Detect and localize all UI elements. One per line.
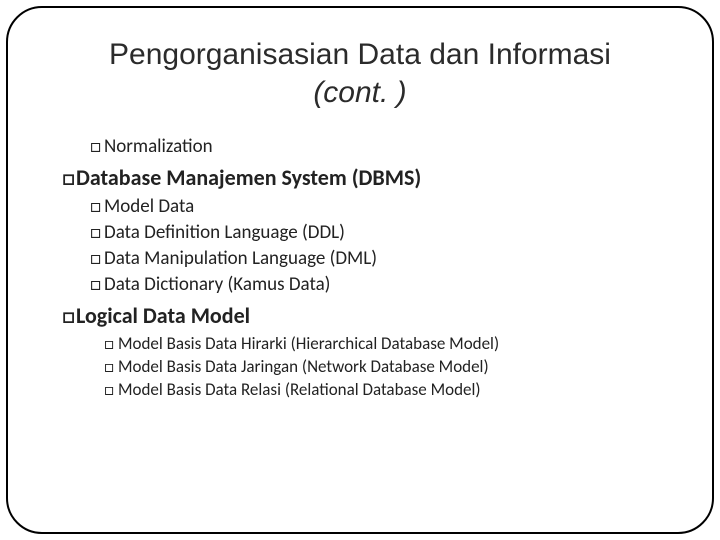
bullet-text: Normalization bbox=[104, 135, 213, 158]
square-bullet-icon: □ bbox=[90, 273, 104, 296]
bullet-normalization: □ Normalization bbox=[90, 135, 670, 158]
heading-text: Database Manajemen System (DBMS) bbox=[76, 164, 421, 191]
bullet-text: Model Basis Data Hirarki (Hierarchical D… bbox=[118, 333, 499, 354]
ldm-group: □ Logical Data Model □ Model Basis Data … bbox=[50, 302, 670, 400]
bullet-data-dictionary: □ Data Dictionary (Kamus Data) bbox=[90, 273, 670, 296]
bullet-hierarchical: □ Model Basis Data Hirarki (Hierarchical… bbox=[104, 333, 670, 354]
bullet-text: Model Data bbox=[104, 195, 194, 218]
square-bullet-icon: □ bbox=[104, 333, 118, 354]
square-bullet-icon: □ bbox=[90, 247, 104, 270]
square-bullet-icon: □ bbox=[104, 379, 118, 400]
square-bullet-icon: □ bbox=[104, 356, 118, 377]
square-bullet-icon: □ bbox=[62, 302, 76, 329]
bullet-text: Data Manipulation Language (DML) bbox=[104, 247, 377, 270]
title-line-1: Pengorganisasian Data dan Informasi bbox=[109, 38, 611, 71]
heading-text: Logical Data Model bbox=[76, 302, 250, 329]
bullet-text: Data Dictionary (Kamus Data) bbox=[104, 273, 330, 296]
bullet-text: Model Basis Data Jaringan (Network Datab… bbox=[118, 356, 489, 377]
dbms-group: □ Database Manajemen System (DBMS) □ Mod… bbox=[50, 164, 670, 296]
bullet-model-data: □ Model Data bbox=[90, 195, 670, 218]
heading-dbms: □ Database Manajemen System (DBMS) bbox=[62, 164, 670, 191]
bullet-network: □ Model Basis Data Jaringan (Network Dat… bbox=[104, 356, 670, 377]
slide-title: Pengorganisasian Data dan Informasi (con… bbox=[50, 36, 670, 111]
bullet-text: Model Basis Data Relasi (Relational Data… bbox=[118, 379, 481, 400]
square-bullet-icon: □ bbox=[90, 221, 104, 244]
heading-ldm: □ Logical Data Model bbox=[62, 302, 670, 329]
bullet-ddl: □ Data Definition Language (DDL) bbox=[90, 221, 670, 244]
square-bullet-icon: □ bbox=[90, 135, 104, 158]
square-bullet-icon: □ bbox=[90, 195, 104, 218]
slide-content: Pengorganisasian Data dan Informasi (con… bbox=[0, 0, 720, 540]
bullet-text: Data Definition Language (DDL) bbox=[104, 221, 345, 244]
title-line-2: (cont. ) bbox=[313, 76, 406, 109]
bullet-relational: □ Model Basis Data Relasi (Relational Da… bbox=[104, 379, 670, 400]
bullet-dml: □ Data Manipulation Language (DML) bbox=[90, 247, 670, 270]
orphan-group: □ Normalization bbox=[50, 135, 670, 158]
square-bullet-icon: □ bbox=[62, 164, 76, 191]
